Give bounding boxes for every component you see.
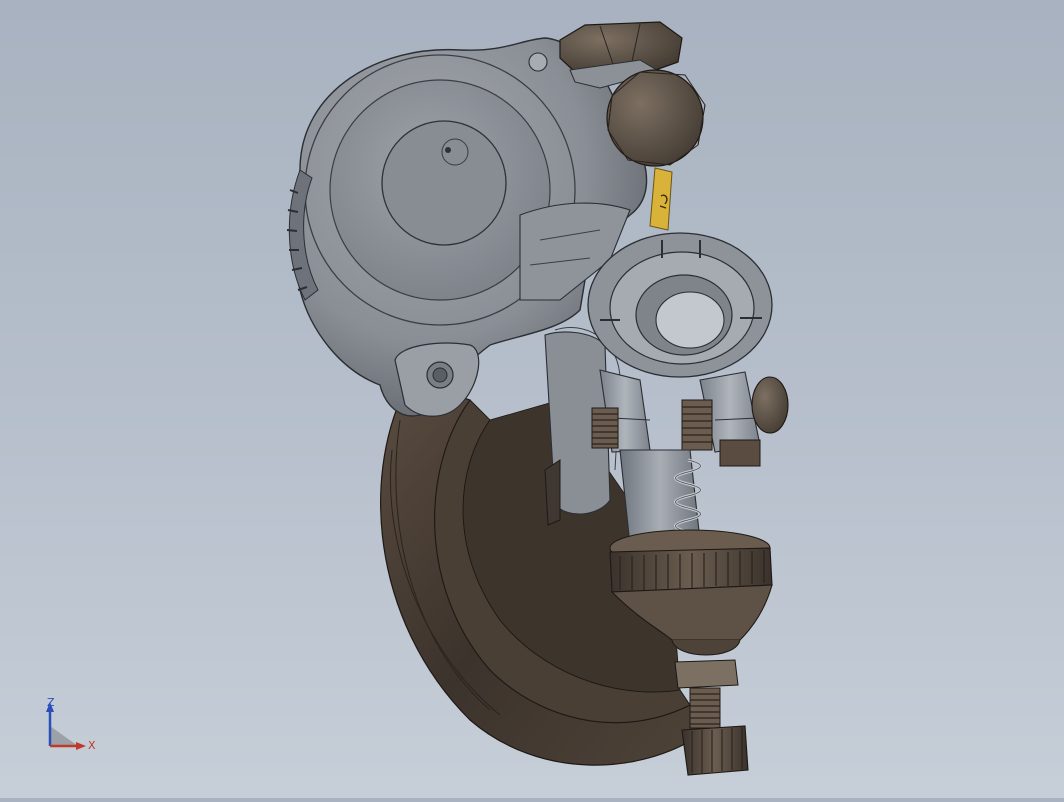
model-viewport[interactable]	[0, 0, 1064, 798]
axis-triad: Z X	[38, 696, 108, 756]
triad-plane	[50, 726, 78, 746]
x-axis-label: X	[88, 739, 96, 752]
z-axis-label: Z	[47, 696, 55, 709]
hex-bolt-side[interactable]	[606, 69, 706, 167]
model-render	[286, 21, 789, 776]
yellow-tag	[649, 167, 673, 231]
x-arrow-icon	[76, 742, 86, 750]
